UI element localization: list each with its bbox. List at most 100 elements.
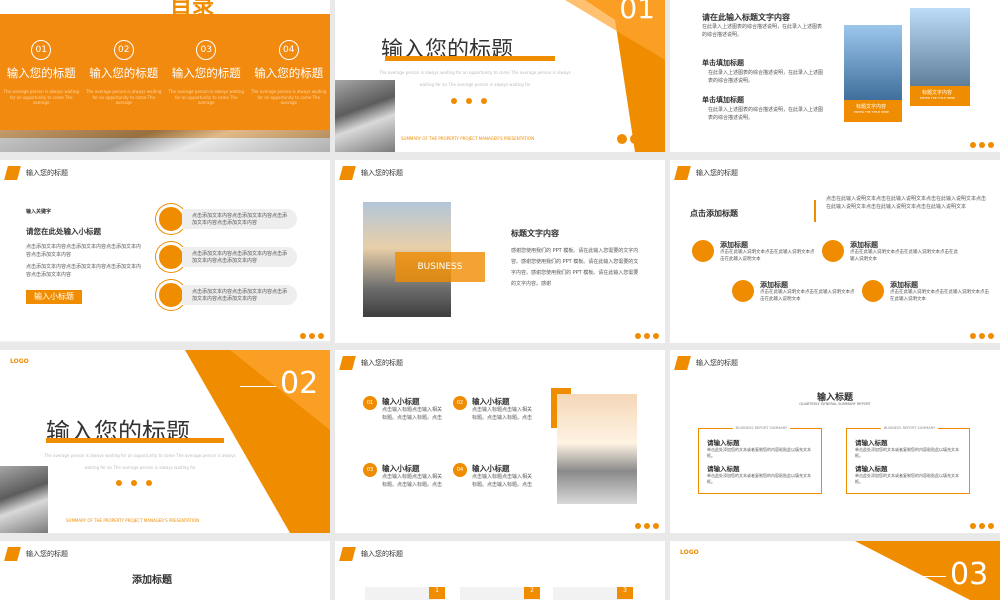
intro-text: 在此录入上述图表的综合描述说明，在此录入上述图表的综合描述说明。 — [702, 24, 823, 38]
subtitle-2: waiting for an The average person is alw… — [419, 82, 531, 87]
slide-grid: 目录 01 输入您的标题 The average person is alway… — [0, 0, 1000, 600]
header-title: 输入您的标题 — [361, 169, 403, 177]
step-title: 输入小标题 — [382, 464, 420, 473]
nav-dot-icon[interactable] — [300, 333, 306, 339]
slide-5-thumbnail[interactable]: 输入您的标题 BUSINESS 标题文字内容 感谢您使用我们的 PPT 模板。请… — [335, 160, 665, 343]
slide-1-thumbnail[interactable]: 目录 01 输入您的标题 The average person is alway… — [0, 0, 330, 152]
toc-label: 输入您的标题 — [89, 66, 159, 80]
laptop-photo — [557, 394, 637, 504]
row-text: 点击添加文本内容点击添加文本内容点击添加文本内容点击添加文本内容 — [182, 209, 297, 229]
caption-subtitle: ENTER THE TITLE HERE — [920, 96, 956, 100]
nav-dot-icon[interactable] — [635, 333, 641, 339]
nav-dot-icon[interactable] — [988, 523, 994, 529]
skyscraper-photo-2 — [910, 8, 970, 86]
play-icon[interactable] — [295, 513, 305, 523]
slide-3-thumbnail[interactable]: 请在此输入标题文字内容 在此录入上述图表的综合描述说明，在此录入上述图表的综合描… — [670, 0, 1000, 152]
slide-8-thumbnail[interactable]: 输入您的标题 01 输入小标题 点击输入标题点击输入相关标题。点击输入标题。点击 … — [335, 350, 665, 533]
header-title: 输入您的标题 — [696, 359, 738, 367]
caption-title: 标题文字内容 — [856, 104, 887, 110]
caption-title: 标题文字内容 — [922, 90, 953, 96]
nav-dot-icon[interactable] — [979, 333, 985, 339]
slide-footer-dots — [635, 523, 659, 529]
box-title: 请输入标题 — [855, 439, 888, 447]
slide-9-thumbnail[interactable]: 输入您的标题 输入标题 QUARTERLY GENERAL SUMMARY RE… — [670, 350, 1000, 533]
forward-icon[interactable] — [643, 134, 653, 144]
title-underline — [385, 56, 555, 61]
slide-6-thumbnail[interactable]: 输入您的标题 点击添加标题 点击在此输入说明文本点击在此输入说明文本点击在此输入… — [670, 160, 1000, 343]
nav-dot-icon[interactable] — [644, 523, 650, 529]
slide-2-thumbnail[interactable]: 01 输入您的标题 The average person is always w… — [335, 0, 665, 152]
step-title: 输入小标题 — [382, 397, 420, 406]
number-rule — [910, 576, 946, 577]
dot-icon — [131, 480, 137, 486]
building-photo — [335, 80, 395, 152]
summary-box-2: BUSINESS REPORT SUMMARY 请输入标题 单击此处添加您的文本… — [846, 426, 970, 494]
nav-dot-icon[interactable] — [653, 523, 659, 529]
toc-label: 输入您的标题 — [6, 66, 76, 80]
nav-buttons — [282, 513, 318, 523]
slide-7-thumbnail[interactable]: LOGO 02 输入您的标题 The average person is alw… — [0, 350, 330, 533]
step-title: 输入小标题 — [472, 464, 510, 473]
step-number: 01 — [363, 396, 377, 410]
forward-icon[interactable] — [308, 513, 318, 523]
user-icon[interactable] — [282, 513, 292, 523]
slide-4-thumbnail[interactable]: 输入您的标题 输入关键字 请您在此处输入小标题 点击添加文本内容点击添加文本内容… — [0, 160, 330, 343]
box-desc: 单击此处添加您的文本或者复制您的内容粘贴此以填充文本框。 — [707, 447, 811, 458]
toc-num: 03 — [196, 40, 217, 60]
card-2: 2 — [460, 587, 540, 600]
slide-header: 输入您的标题 — [674, 166, 738, 180]
subtitle-tag: 输入小标题 — [26, 290, 82, 304]
item-title: 添加标题 — [720, 241, 748, 249]
nav-dot-icon[interactable] — [970, 333, 976, 339]
nav-dot-icon[interactable] — [988, 333, 994, 339]
caption-subtitle: ENTER THE TITLE HERE — [854, 110, 890, 114]
nav-dot-icon[interactable] — [979, 523, 985, 529]
logo-text: LOGO — [680, 549, 699, 556]
user-icon[interactable] — [617, 134, 627, 144]
body-text-1: 点击添加文本内容点击添加文本内容点击添加文本内容点击添加文本内容 — [26, 244, 142, 258]
nav-dot-icon[interactable] — [635, 523, 641, 529]
slide-header: 输入您的标题 — [4, 547, 68, 561]
subtitle: The average person is always waiting for… — [379, 70, 571, 75]
dots-row — [116, 480, 152, 486]
summary-box-1: BUSINESS REPORT SUMMARY 请输入标题 单击此处添加您的文本… — [698, 426, 822, 494]
file-icon — [862, 280, 884, 302]
number-rule — [240, 386, 276, 387]
header-title: 输入您的标题 — [696, 169, 738, 177]
keyword-label: 输入关键字 — [26, 209, 52, 215]
quote-mark-icon — [4, 166, 16, 180]
quote-mark-icon — [674, 356, 686, 370]
nav-dot-icon[interactable] — [644, 333, 650, 339]
nav-dot-icon[interactable] — [309, 333, 315, 339]
nav-dot-icon[interactable] — [653, 333, 659, 339]
slide-12-thumbnail[interactable]: LOGO 03 — [670, 541, 1000, 600]
header-title: 输入您的标题 — [361, 550, 403, 558]
subtitle: The average person is always waiting for… — [44, 453, 236, 458]
slide-footer-dots — [970, 142, 994, 148]
quote-mark-icon — [339, 547, 351, 561]
nav-dot-icon[interactable] — [979, 142, 985, 148]
nav-dot-icon[interactable] — [318, 333, 324, 339]
logo-text: LOGO — [10, 358, 29, 365]
play-icon[interactable] — [630, 134, 640, 144]
printer-icon — [692, 240, 714, 262]
item-desc: 点击在此输入说明文本点击在此输入说明文本点击在此输入说明文本 — [720, 250, 815, 262]
step-3: 03 输入小标题 点击输入标题点击输入相关标题。点击输入标题。点击 — [363, 463, 445, 489]
step-number: 02 — [453, 396, 467, 410]
nav-dot-icon[interactable] — [970, 523, 976, 529]
header-title: 输入您的标题 — [361, 359, 403, 367]
toc-desc: The average person is always waiting for… — [168, 89, 244, 106]
item-desc: 点击在此输入说明文本点击在此输入说明文本点击在此输入说明文本 — [760, 290, 855, 302]
photo-overlay-label: BUSINESS — [395, 252, 485, 282]
box-title: 请输入标题 — [855, 465, 888, 473]
section-heading: 点击添加标题 — [690, 209, 738, 218]
slide-11-thumbnail[interactable]: 输入您的标题 1 2 3 — [335, 541, 665, 600]
slide-10-thumbnail[interactable]: 输入您的标题 添加标题 — [0, 541, 330, 600]
nav-dot-icon[interactable] — [988, 142, 994, 148]
card-3: 3 — [553, 587, 633, 600]
nav-dot-icon[interactable] — [970, 142, 976, 148]
row-text: 点击添加文本内容点击添加文本内容点击添加文本内容点击添加文本内容 — [182, 285, 297, 305]
card-number: 3 — [617, 587, 633, 599]
bullet-title-2: 单击填加标题 — [702, 96, 744, 104]
slide-1-title: 目录 — [170, 0, 215, 19]
